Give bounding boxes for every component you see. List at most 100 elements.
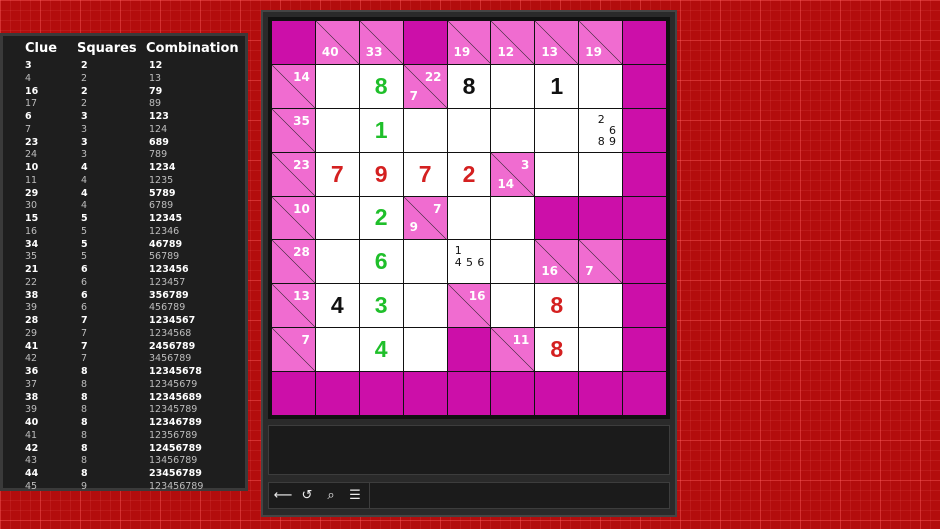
block-cell <box>623 21 666 64</box>
entry-cell[interactable]: 6 <box>359 240 403 284</box>
entry-cell[interactable]: 2 <box>359 196 403 240</box>
entry-cell[interactable] <box>579 284 623 328</box>
reference-combination: 356789 <box>149 289 189 301</box>
reference-row: 37 8 12345679 <box>3 379 245 392</box>
entry-cell[interactable]: 4 <box>315 284 359 328</box>
entry-cell[interactable]: 7 <box>403 152 447 196</box>
reference-combination: 13 <box>149 72 162 84</box>
across-clue: 7 <box>433 201 442 216</box>
reference-squares: 6 <box>81 302 88 314</box>
reference-combination: 3456789 <box>149 353 192 365</box>
reference-row: 4 2 13 <box>3 73 245 86</box>
reference-squares: 3 <box>81 136 88 148</box>
reference-clue: 43 <box>25 455 38 467</box>
entry-cell[interactable] <box>403 240 447 284</box>
clue-cell: 12 <box>491 21 535 64</box>
entry-cell[interactable] <box>491 196 535 240</box>
entry-cell[interactable] <box>579 64 623 108</box>
entry-cell[interactable]: 2689 <box>579 108 623 152</box>
entry-cell[interactable] <box>315 328 359 372</box>
reference-row: 42 8 12456789 <box>3 443 245 456</box>
entry-cell[interactable]: 1456 <box>447 240 491 284</box>
hint-icon[interactable]: ⌕ <box>321 486 341 506</box>
reference-row: 40 8 12346789 <box>3 417 245 430</box>
reference-clue: 34 <box>25 238 39 250</box>
entry-cell[interactable] <box>447 196 491 240</box>
kakuro-board: 40 33 19 12 13 19 14 8 22 7 8 1 35 1 2 6 8 9 23 7 9 7 2 3 14 10 2 7… <box>268 17 670 419</box>
entry-cell[interactable] <box>315 108 359 152</box>
cell-digit: 4 <box>330 292 344 319</box>
block-cell <box>623 284 666 328</box>
block-cell <box>623 64 666 108</box>
entry-cell[interactable]: 8 <box>447 64 491 108</box>
entry-cell[interactable] <box>491 108 535 152</box>
reference-row: 45 9 123456789 <box>3 481 245 494</box>
reference-row: 41 8 12356789 <box>3 430 245 443</box>
entry-cell[interactable] <box>535 152 579 196</box>
reference-combination: 1234567 <box>149 315 196 326</box>
pencil-mark <box>584 125 595 136</box>
reference-clue: 17 <box>25 98 38 110</box>
pencil-marks: 1456 <box>453 245 487 279</box>
clue-cell: 40 <box>315 21 359 64</box>
reference-clue: 39 <box>25 404 38 416</box>
reference-squares: 5 <box>81 225 88 237</box>
entry-cell[interactable] <box>491 64 535 108</box>
reference-row: 24 3 789 <box>3 149 245 162</box>
reference-row: 34 5 46789 <box>3 239 245 252</box>
undo-icon[interactable]: ↺ <box>297 486 317 506</box>
pencil-mark <box>464 268 475 279</box>
entry-cell[interactable]: 7 <box>315 152 359 196</box>
entry-cell[interactable] <box>403 328 447 372</box>
block-cell <box>491 372 535 415</box>
entry-cell[interactable] <box>579 152 623 196</box>
cell-digit: 9 <box>374 160 388 187</box>
reference-combination: 1235 <box>149 174 174 186</box>
across-clue: 3 <box>520 157 530 172</box>
entry-cell[interactable]: 4 <box>359 328 403 372</box>
entry-cell[interactable]: 8 <box>535 328 579 372</box>
entry-cell[interactable]: 2 <box>447 152 491 196</box>
bottom-toolbar: ⟵ ↺ ⌕ ☰ <box>268 482 670 509</box>
menu-icon[interactable]: ☰ <box>345 486 365 506</box>
reference-clue: 23 <box>25 136 39 148</box>
pencil-mark: 6 <box>477 255 485 269</box>
block-cell <box>535 372 579 415</box>
entry-cell[interactable] <box>579 328 623 372</box>
cell-digit: 7 <box>418 160 432 187</box>
reference-clue: 45 <box>25 480 38 492</box>
pencil-mark <box>584 114 595 125</box>
clue-cell: 16 <box>447 284 491 328</box>
entry-cell[interactable] <box>535 108 579 152</box>
entry-cell[interactable]: 1 <box>359 108 403 152</box>
entry-cell[interactable] <box>491 240 535 284</box>
entry-cell[interactable]: 8 <box>535 284 579 328</box>
cell-digit: 1 <box>550 72 564 99</box>
entry-cell[interactable] <box>403 284 447 328</box>
reference-clue: 40 <box>25 417 39 428</box>
entry-cell[interactable] <box>491 284 535 328</box>
pencil-mark <box>475 268 486 279</box>
entry-cell[interactable]: 9 <box>359 152 403 196</box>
clue-cell: 23 <box>272 152 315 196</box>
down-clue: 19 <box>585 44 602 59</box>
reference-header: Clue Squares Combination <box>3 41 245 59</box>
entry-cell[interactable]: 1 <box>535 64 579 108</box>
entry-cell[interactable] <box>315 240 359 284</box>
block-cell <box>623 240 666 284</box>
clue-cell: 13 <box>272 284 315 328</box>
reference-squares: 8 <box>81 429 88 441</box>
reference-row: 7 3 124 <box>3 124 245 137</box>
entry-cell[interactable] <box>447 108 491 152</box>
entry-cell[interactable]: 8 <box>359 64 403 108</box>
reference-squares: 5 <box>81 213 88 224</box>
reference-row: 43 8 13456789 <box>3 455 245 468</box>
reference-row: 22 6 123457 <box>3 277 245 290</box>
entry-cell[interactable] <box>315 196 359 240</box>
back-icon[interactable]: ⟵ <box>273 486 293 506</box>
entry-cell[interactable]: 3 <box>359 284 403 328</box>
entry-cell[interactable] <box>403 108 447 152</box>
clue-cell: 79 <box>403 196 447 240</box>
entry-cell[interactable] <box>315 64 359 108</box>
pencil-mark: 5 <box>466 255 474 269</box>
